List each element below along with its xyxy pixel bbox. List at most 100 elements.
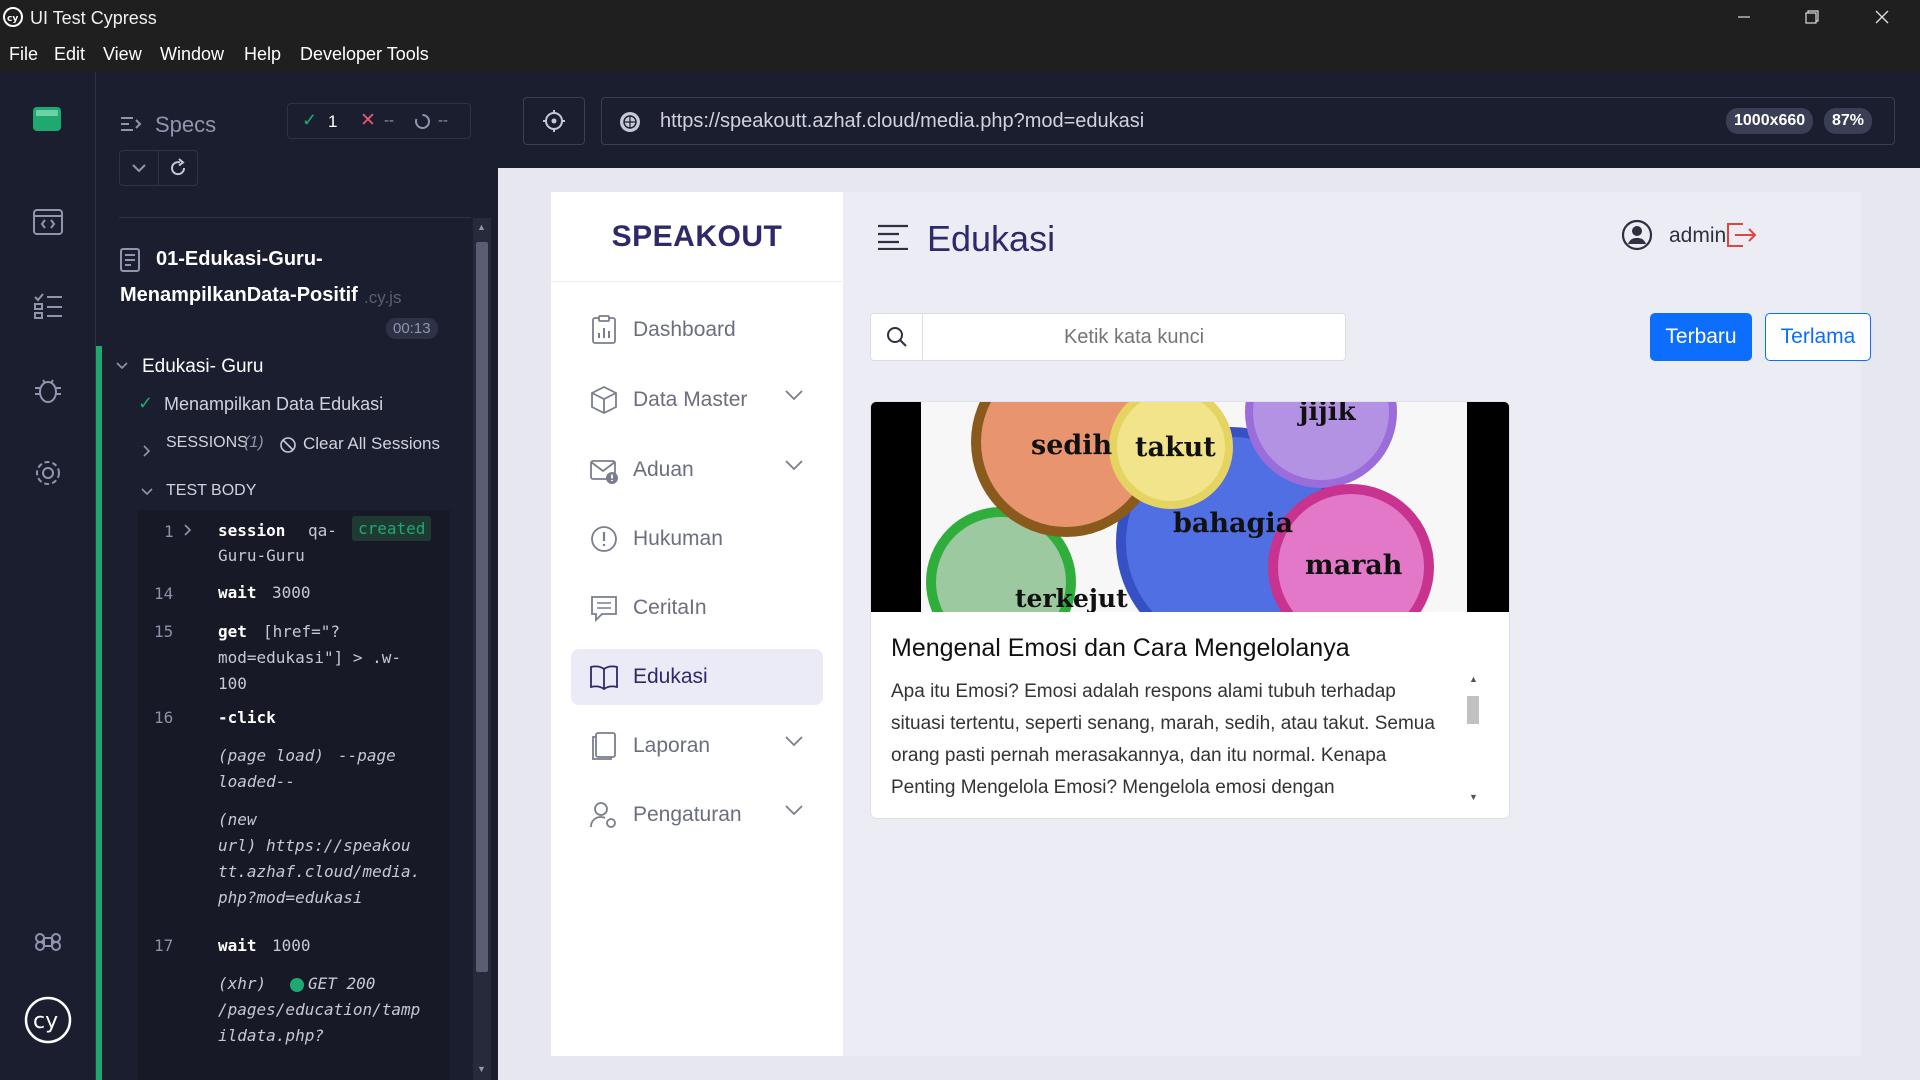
command-row[interactable]: 1 session qa- Guru-Guru created [138,510,450,572]
url-text[interactable]: https://speakoutt.azhaf.cloud/media.php?… [660,110,1144,133]
rerun-button[interactable] [158,150,198,186]
menu-view[interactable]: View [103,44,142,65]
keyboard-shortcuts-button[interactable] [28,922,68,962]
command-number: 16 [154,708,174,727]
nav-label: Dashboard [633,318,736,341]
failed-count: -- [384,112,394,129]
session-created-badge: created [352,516,432,541]
collapse-button[interactable] [119,150,159,186]
selector-playground-button[interactable] [523,97,585,145]
scroll-down-icon[interactable]: ▼ [1469,792,1478,802]
scroll-down-icon[interactable]: ▼ [477,1064,486,1074]
book-icon [590,665,618,691]
brand-logo[interactable]: SPEAKOUT [551,192,843,282]
education-card[interactable]: sedih takut jijik bahagia marah terkejut… [870,401,1510,819]
sessions-chevron-icon [143,445,151,457]
card-title[interactable]: Mengenal Emosi dan Cara Mengelolanya [891,634,1350,663]
nav-item-aduan[interactable]: Aduan [571,442,823,498]
nav-item-ceritain[interactable]: CeritaIn [571,580,823,636]
box-icon [591,385,617,415]
command-row[interactable]: 17 wait 1000 [138,930,450,964]
scroll-up-icon[interactable]: ▲ [477,222,486,232]
command-number: 17 [154,936,174,955]
svg-text:cy: cy [33,1009,58,1034]
minimize-icon [1738,16,1750,18]
scrollbar-thumb[interactable] [1467,696,1479,724]
event-row[interactable]: (xhr) GET 200 /pages/education/tamp ilda… [138,974,450,1080]
event-message: https://speakou [266,836,411,855]
test-body-label[interactable]: TEST BODY [166,482,256,500]
mail-alert-icon [590,460,618,484]
command-row[interactable]: 15 get [href="? mod=edukasi"] > .w- 100 [138,616,450,696]
event-name: (new [218,810,257,829]
command-row[interactable]: 16 -click [138,702,450,736]
user-avatar-icon[interactable] [1621,219,1653,251]
zoom-badge[interactable]: 87% [1824,108,1873,134]
menu-file[interactable]: File [9,44,38,65]
close-window-button[interactable] [1852,0,1912,34]
command-message: 3000 [272,583,311,602]
clear-all-sessions-button[interactable]: Clear All Sessions [303,434,440,454]
reporter-panel: Specs ✓ 1 ✕ -- -- 01-Edukasi-Guru- Menam… [96,72,498,1080]
sessions-label[interactable]: SESSIONS [166,434,248,452]
refresh-icon [171,158,186,176]
url-bar[interactable]: https://speakoutt.azhaf.cloud/media.php?… [601,97,1895,145]
nav-item-edukasi[interactable]: Edukasi [571,649,823,705]
passed-check-icon: ✓ [302,110,318,130]
command-row[interactable]: 14 wait 3000 [138,574,450,610]
viewport-size-badge[interactable]: 1000x660 [1726,108,1814,134]
crosshair-icon [543,110,565,132]
runner-logo-button[interactable] [28,99,68,139]
search-icon-box [871,314,923,360]
spec-ext: .cy.js [364,288,402,307]
chevron-down-icon [785,390,803,401]
card-body: Apa itu Emosi? Emosi adalah respons alam… [891,681,1435,798]
restore-button[interactable] [1782,0,1842,34]
cypress-logo-button[interactable]: cy [22,994,74,1046]
suite-title[interactable]: Edukasi- Guru [142,356,263,378]
reporter-scrollbar[interactable]: ▲ ▼ [473,218,491,1080]
logout-icon[interactable] [1725,221,1759,249]
settings-icon [36,461,60,485]
nav-item-hukuman[interactable]: Hukuman [571,511,823,567]
specs-label[interactable]: Specs [155,112,216,138]
nav-label: Hukuman [633,527,723,550]
debug-nav-button[interactable] [28,370,68,410]
settings-nav-button[interactable] [28,453,68,493]
spec-file-icon [120,248,140,272]
user-name[interactable]: admin [1669,224,1726,248]
event-row[interactable]: (page load) --page loaded-- [138,742,450,798]
menu-help[interactable]: Help [244,44,281,65]
nav-item-laporan[interactable]: Laporan [571,718,823,774]
specs-nav-button[interactable] [28,202,68,242]
oldest-button[interactable]: Terlama [1765,313,1871,361]
nav-item-data-master[interactable]: Data Master [571,372,823,428]
command-name: wait [218,583,257,602]
test-title[interactable]: Menampilkan Data Edukasi [164,394,383,415]
event-message-2: loaded-- [218,772,296,791]
command-log: 1 session qa- Guru-Guru created 14 wait … [138,510,450,1080]
card-body-scrollbar[interactable]: ▲ ▼ [1465,674,1481,806]
command-name: get [218,622,247,641]
hamburger-menu-icon[interactable] [877,224,909,250]
failed-x-icon: ✕ [360,110,376,131]
menu-window[interactable]: Window [160,44,224,65]
command-number: 14 [154,584,174,603]
newest-button[interactable]: Terbaru [1650,313,1752,361]
scroll-up-icon[interactable]: ▲ [1469,674,1478,684]
menu-developer-tools[interactable]: Developer Tools [300,44,429,65]
search-input[interactable] [924,314,1344,360]
runs-icon [34,293,62,319]
minimize-button[interactable] [1714,0,1774,34]
chevron-down-icon [132,164,146,173]
event-row[interactable]: (new url) https://speakou tt.azhaf.cloud… [138,810,450,920]
menu-edit[interactable]: Edit [54,44,85,65]
runs-nav-button[interactable] [28,286,68,326]
spec-name-line1: 01-Edukasi-Guru- [156,248,323,270]
scrollbar-thumb[interactable] [476,242,488,972]
nav-rail: cy [0,72,96,1080]
chat-icon [591,596,617,623]
clear-sessions-icon [280,437,296,453]
nav-item-dashboard[interactable]: Dashboard [571,302,823,358]
nav-item-pengaturan[interactable]: Pengaturan [571,787,823,843]
